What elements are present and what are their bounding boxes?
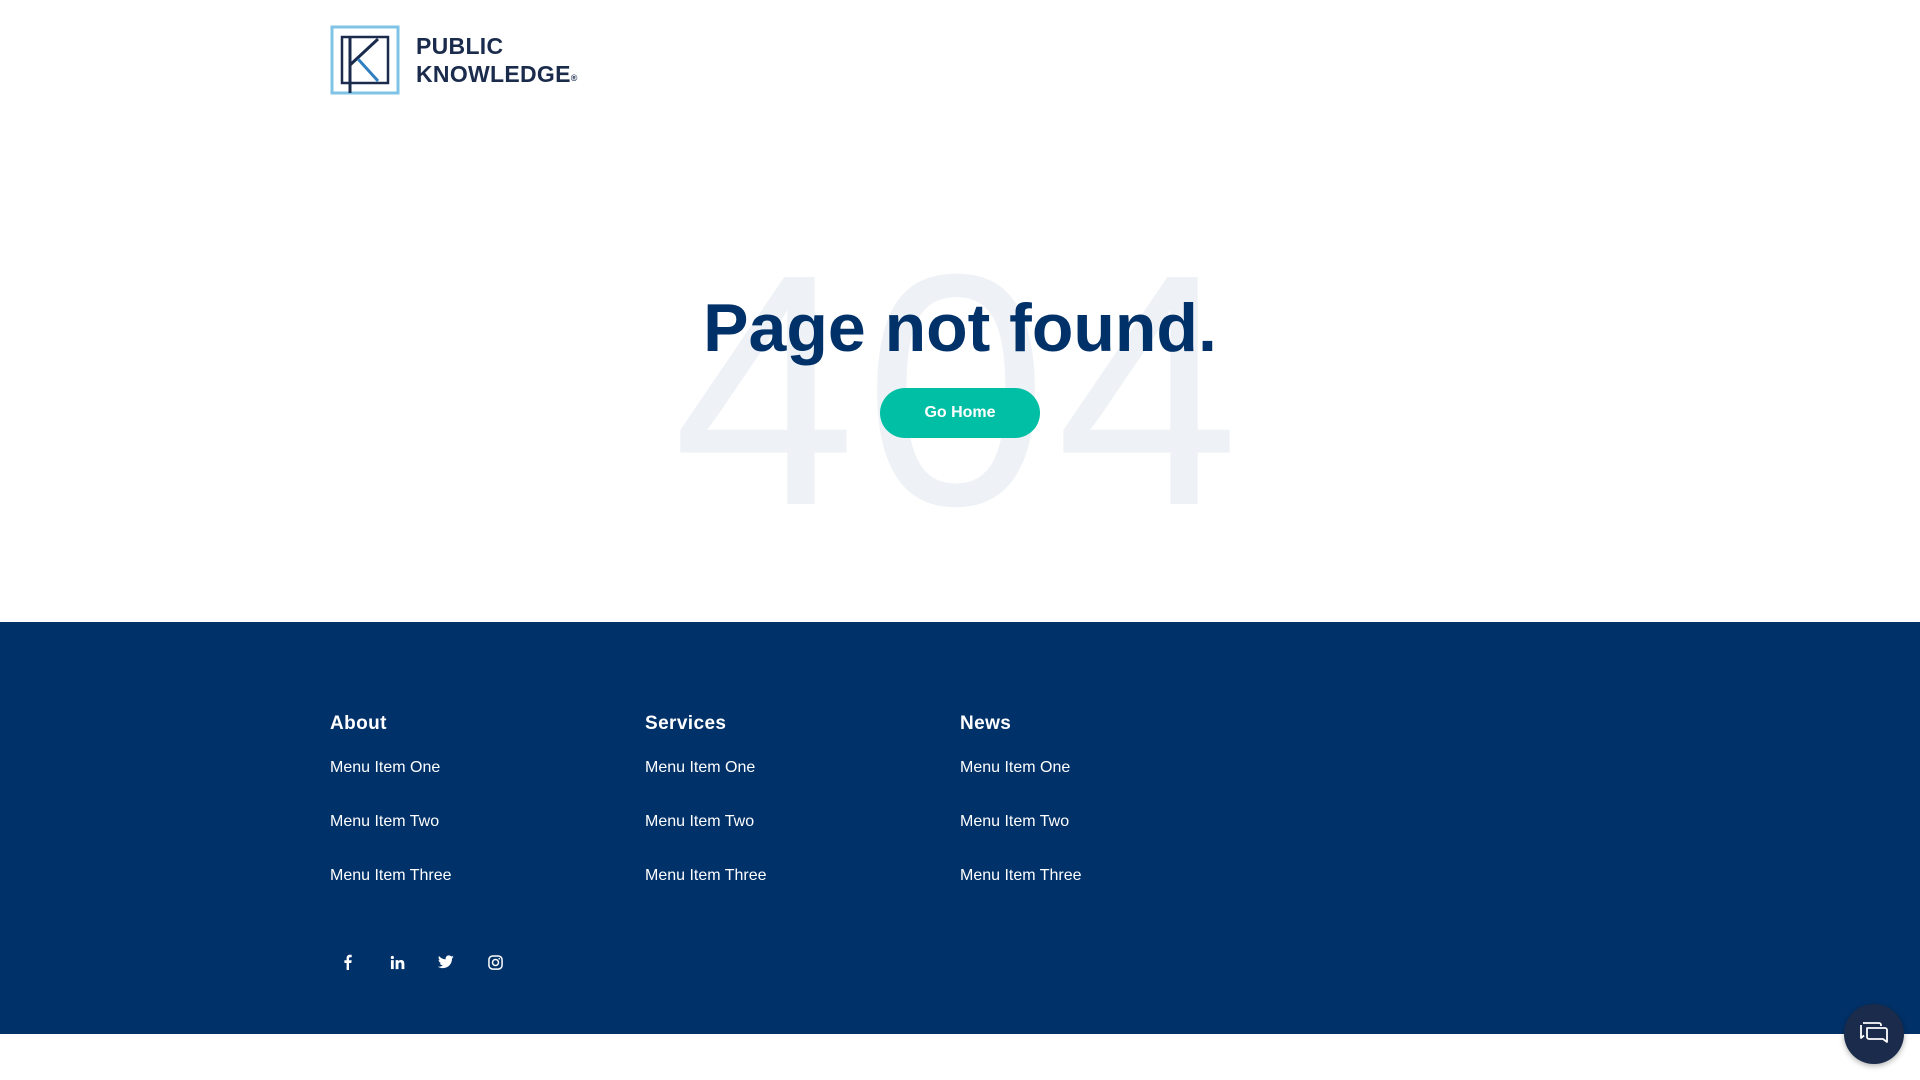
- footer-link[interactable]: Menu Item One: [960, 759, 1070, 776]
- list-item: Menu Item Three: [645, 866, 925, 920]
- footer-link[interactable]: Menu Item Three: [645, 867, 767, 884]
- footer-menu-services: Menu Item One Menu Item Two Menu Item Th…: [645, 758, 925, 920]
- footer-heading-about: About: [330, 713, 387, 734]
- twitter-link[interactable]: [428, 944, 464, 980]
- list-item: Menu Item One: [645, 758, 925, 812]
- footer-link[interactable]: Menu Item One: [645, 759, 755, 776]
- list-item: Menu Item Three: [960, 866, 1240, 920]
- page-title: Page not found.: [703, 290, 1217, 366]
- list-item: Menu Item One: [960, 758, 1240, 812]
- site-footer: About Menu Item One Menu Item Two Menu I…: [0, 622, 1920, 1034]
- go-home-button[interactable]: Go Home: [880, 388, 1040, 438]
- footer-menu-about: Menu Item One Menu Item Two Menu Item Th…: [330, 758, 610, 920]
- footer-heading-services: Services: [645, 713, 727, 734]
- footer-heading-news: News: [960, 713, 1012, 734]
- instagram-link[interactable]: [477, 944, 513, 980]
- footer-link[interactable]: Menu Item Two: [645, 813, 754, 830]
- logo-wordmark: PUBLIC KNOWLEDGE®: [416, 32, 578, 88]
- site-header: PUBLIC KNOWLEDGE®: [0, 0, 1920, 140]
- twitter-icon: [438, 955, 454, 969]
- logo-line-1: PUBLIC: [416, 33, 504, 59]
- registered-mark: ®: [570, 73, 578, 83]
- chat-icon: [1860, 1022, 1888, 1043]
- facebook-icon: [344, 954, 352, 970]
- linkedin-link[interactable]: [379, 944, 415, 980]
- footer-link[interactable]: Menu Item One: [330, 759, 440, 776]
- footer-column-news: News Menu Item One Menu Item Two Menu It…: [960, 712, 1240, 920]
- list-item: Menu Item Two: [960, 812, 1240, 866]
- chat-launcher-button[interactable]: [1844, 1004, 1904, 1064]
- logo-line-2: KNOWLEDGE®: [416, 60, 578, 88]
- public-knowledge-logo-icon: [330, 25, 400, 95]
- list-item: Menu Item One: [330, 758, 610, 812]
- footer-column-about: About Menu Item One Menu Item Two Menu I…: [330, 712, 610, 920]
- footer-link[interactable]: Menu Item Three: [330, 867, 452, 884]
- footer-link[interactable]: Menu Item Two: [960, 813, 1069, 830]
- logo-line-2-text: KNOWLEDGE: [416, 61, 571, 87]
- footer-link[interactable]: Menu Item Three: [960, 867, 1082, 884]
- instagram-icon: [487, 954, 503, 970]
- social-links: [330, 944, 526, 980]
- not-found-section: 404 Page not found. Go Home: [0, 140, 1920, 622]
- list-item: Menu Item Two: [330, 812, 610, 866]
- footer-column-services: Services Menu Item One Menu Item Two Men…: [645, 712, 925, 920]
- list-item: Menu Item Three: [330, 866, 610, 920]
- facebook-link[interactable]: [330, 944, 366, 980]
- linkedin-icon: [390, 955, 404, 969]
- site-logo-link[interactable]: PUBLIC KNOWLEDGE®: [330, 25, 578, 95]
- footer-link[interactable]: Menu Item Two: [330, 813, 439, 830]
- list-item: Menu Item Two: [645, 812, 925, 866]
- footer-menu-news: Menu Item One Menu Item Two Menu Item Th…: [960, 758, 1240, 920]
